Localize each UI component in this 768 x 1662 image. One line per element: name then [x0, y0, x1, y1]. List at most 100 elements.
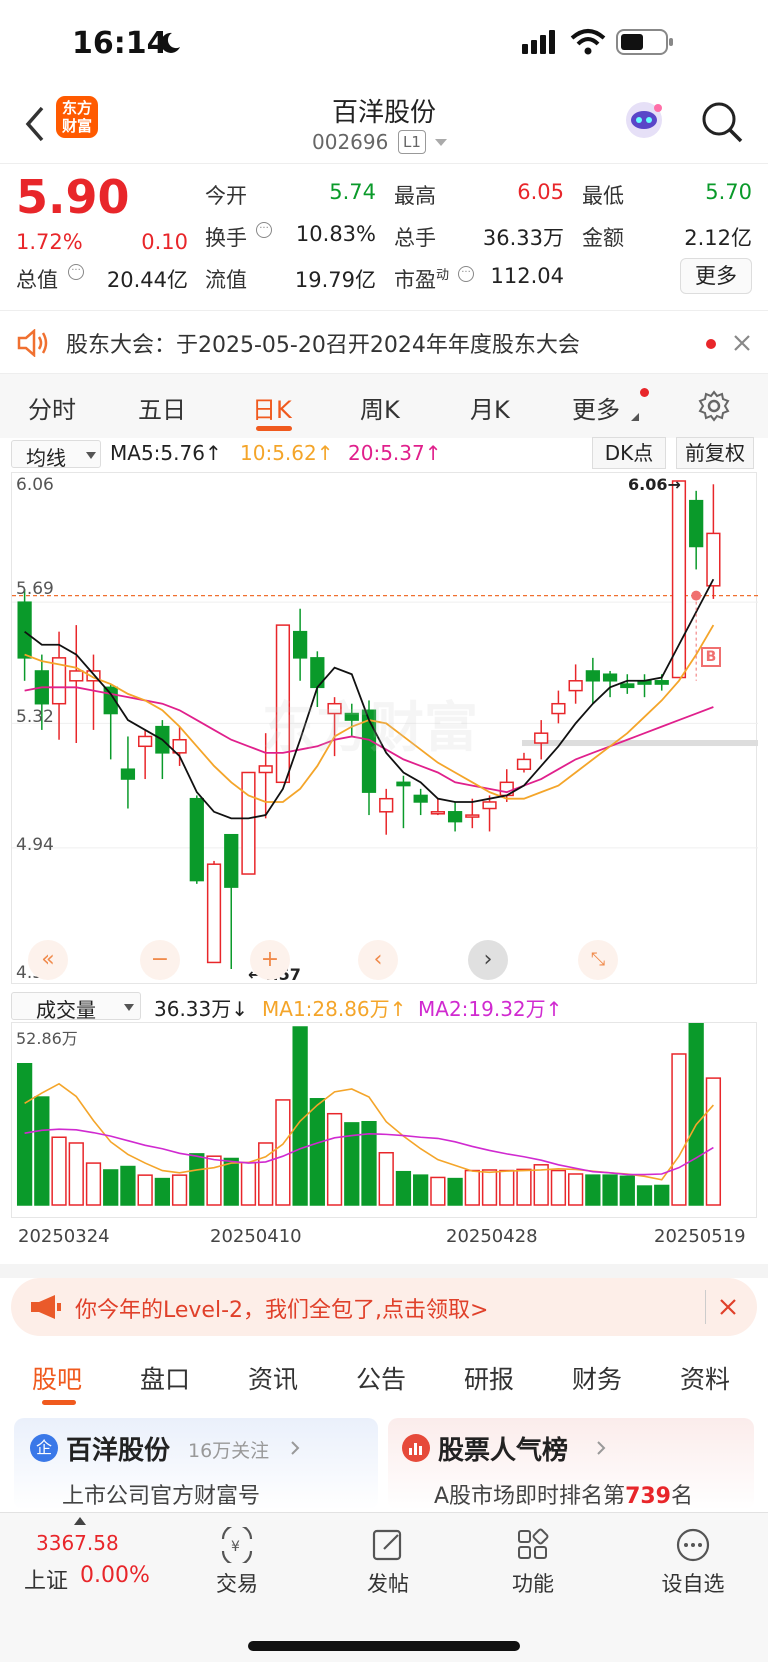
volume-bar — [326, 1112, 343, 1206]
tab-announcement[interactable]: 公告 — [356, 1360, 406, 1396]
level-badge[interactable]: L1 — [398, 130, 426, 154]
expand-icon[interactable]: ⤡ — [578, 940, 618, 980]
market-cap-label: 总值 — [16, 268, 58, 292]
kline-chart[interactable]: 6.06 5.69 5.32 4.94 4.57 6.06→ ←4.57 东方财… — [11, 472, 758, 984]
search-icon[interactable] — [700, 100, 744, 144]
close-icon[interactable] — [719, 1298, 737, 1316]
popularity-card[interactable]: 股票人气榜 A股市场即时排名第739名 — [388, 1418, 754, 1510]
tab-news[interactable]: 资讯 — [248, 1360, 298, 1396]
index-value[interactable]: 3367.58 — [36, 1531, 119, 1555]
info-cards: 企 百洋股份 16万关注 上市公司官方财富号 股票人气榜 A股市场即时排名第73… — [0, 1416, 768, 1512]
volume-bar — [34, 1096, 50, 1206]
tab-profile[interactable]: 资料 — [680, 1360, 730, 1396]
float-cap-label: 流值 — [205, 268, 247, 292]
tab-monthly-k[interactable]: 月K — [470, 390, 510, 425]
candle-body — [482, 801, 497, 810]
adjust-button[interactable]: 前复权 — [676, 437, 754, 469]
index-name[interactable]: 上证 — [24, 1563, 68, 1595]
candle-body — [206, 863, 222, 964]
caret-up-icon — [74, 1517, 86, 1525]
candle-body — [689, 499, 704, 548]
info-icon[interactable]: ··· — [458, 266, 474, 282]
candle-body — [654, 680, 669, 685]
scroll-right-icon[interactable]: › — [468, 940, 508, 980]
unread-dot — [640, 388, 649, 397]
volume-bar — [499, 1169, 515, 1206]
zoom-in-icon[interactable]: + — [250, 940, 290, 980]
robot-assistant-icon[interactable] — [622, 98, 666, 142]
volume-chart[interactable]: 52.86万 — [11, 1022, 757, 1218]
candle-body — [138, 735, 153, 748]
y-axis-label: 5.69 — [16, 579, 54, 599]
tab-pankou[interactable]: 盘口 — [140, 1360, 190, 1396]
tab-research[interactable]: 研报 — [464, 1360, 514, 1396]
volume-indicator-selector[interactable]: 成交量 — [11, 992, 141, 1022]
notice-bar[interactable]: 股东大会：于2025-05-20召开2024年年度股东大会 — [0, 310, 768, 374]
x-axis-date: 20250428 — [446, 1226, 538, 1247]
popularity-subtitle: A股市场即时排名第739名 — [434, 1484, 694, 1509]
company-card[interactable]: 企 百洋股份 16万关注 上市公司官方财富号 — [14, 1418, 378, 1510]
candle-body — [447, 811, 463, 823]
high-label: 最高 — [394, 184, 436, 208]
wifi-icon — [570, 29, 606, 55]
tab-five-day[interactable]: 五日 — [138, 390, 186, 425]
candle-body — [465, 814, 480, 818]
candle-body — [551, 702, 566, 715]
quote-panel: 5.90 1.72% 0.10 今开 5.74 最高 6.05 最低 5.70 … — [0, 164, 768, 310]
support-band — [522, 740, 758, 747]
info-icon[interactable]: ··· — [256, 222, 272, 238]
open-value: 5.74 — [329, 180, 376, 204]
dk-point-button[interactable]: DK点 — [592, 437, 666, 469]
tab-finance[interactable]: 财务 — [572, 1360, 622, 1396]
candle-body — [413, 794, 428, 803]
amount-label: 金额 — [582, 226, 624, 250]
tab-guba[interactable]: 股吧 — [32, 1360, 82, 1396]
volume-bar — [447, 1177, 463, 1206]
tab-add-watchlist[interactable]: 设自选 — [638, 1527, 748, 1598]
promo-banner[interactable]: 你今年的Level-2，我们全包了,点击领取> — [11, 1278, 757, 1336]
tab-weekly-k[interactable]: 周K — [360, 390, 400, 425]
volume-bar — [550, 1169, 567, 1206]
scroll-left-fast-icon[interactable]: « — [28, 940, 68, 980]
caret-down-icon[interactable] — [434, 138, 448, 148]
tab-intraday[interactable]: 分时 — [28, 390, 76, 425]
info-icon[interactable]: ··· — [68, 264, 84, 280]
index-change[interactable]: 0.00% — [80, 1563, 150, 1588]
amount-value: 2.12亿 — [684, 226, 752, 250]
settings-gear-icon[interactable] — [698, 390, 730, 422]
x-axis-date: 20250410 — [210, 1226, 302, 1247]
candle-body — [17, 601, 32, 659]
more-button[interactable]: 更多 — [680, 258, 752, 294]
turnover-label: 换手 — [205, 226, 247, 250]
volume-bar — [68, 1142, 84, 1206]
volume-bar — [103, 1169, 119, 1206]
caret-down-icon — [124, 1004, 134, 1011]
popularity-title: 股票人气榜 — [438, 1436, 569, 1466]
volume-axis-max: 52.86万 — [16, 1029, 78, 1048]
candle-body — [293, 630, 308, 659]
tab-post[interactable]: 发帖 — [333, 1527, 443, 1598]
period-tabs: 分时 五日 日K 周K 月K 更多 — [0, 374, 768, 438]
tab-daily-k[interactable]: 日K — [252, 390, 292, 425]
volume-svg — [16, 1023, 722, 1206]
zoom-out-icon[interactable]: − — [140, 940, 180, 980]
candle-body — [602, 673, 618, 682]
buy-marker[interactable]: B — [701, 647, 721, 667]
caret-down-icon — [86, 452, 96, 459]
pe-label: 市盈动 — [394, 268, 450, 292]
candle-body — [241, 771, 256, 875]
tab-trade[interactable]: ¥ 交易 — [182, 1523, 292, 1598]
candle-body — [69, 670, 84, 682]
ranking-icon — [402, 1434, 430, 1462]
svg-text:¥: ¥ — [231, 1539, 240, 1555]
indicator-selector[interactable]: 均线 — [11, 440, 101, 470]
volume-bar — [85, 1162, 102, 1206]
tab-features[interactable]: 功能 — [478, 1527, 588, 1598]
candle-body — [224, 833, 239, 888]
volume-bar — [137, 1174, 153, 1206]
close-icon[interactable] — [732, 333, 752, 353]
scroll-left-icon[interactable]: ‹ — [358, 940, 398, 980]
company-subtitle: 上市公司官方财富号 — [62, 1484, 261, 1509]
tab-more[interactable]: 更多 — [572, 390, 620, 425]
candle-body — [379, 797, 394, 813]
